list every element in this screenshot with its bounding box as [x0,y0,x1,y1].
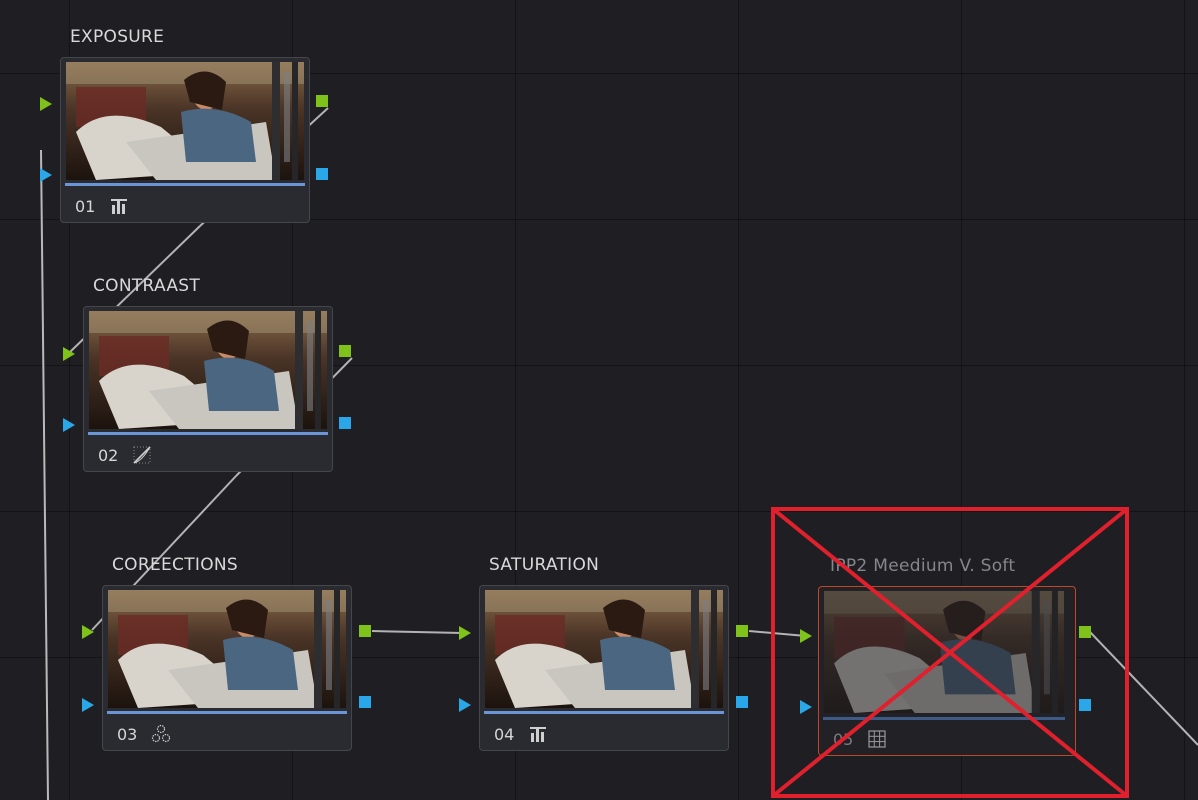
node-number: 02 [98,446,119,465]
node-progress-bar [484,711,724,714]
alpha-input-port[interactable] [40,168,52,182]
rgb-input-port[interactable] [63,347,75,361]
rgb-input-port[interactable] [459,626,471,640]
bar-chart-icon [530,727,546,742]
node-progress-bar [107,711,347,714]
alpha-output-port[interactable] [339,417,351,429]
node-body[interactable]: 02 [83,306,333,472]
node-thumbnail [485,590,723,708]
node-02-contrast[interactable]: CONTRAAST 02 [63,276,351,472]
node-01-exposure[interactable]: EXPOSURE 01 [40,27,328,223]
alpha-output-port[interactable] [359,696,371,708]
node-body[interactable]: 04 [479,585,729,751]
node-number: 04 [494,725,515,744]
node-title: SATURATION [489,555,600,575]
node-number: 03 [117,725,138,744]
disabled-x-mark [771,507,1129,798]
alpha-input-port[interactable] [82,698,94,712]
alpha-input-port[interactable] [63,418,75,432]
rgb-input-port[interactable] [40,97,52,111]
rgb-input-port[interactable] [82,625,94,639]
color-wheels-icon [151,724,171,743]
rgb-output-port[interactable] [339,345,351,357]
node-progress-bar [65,183,305,186]
node-title: EXPOSURE [70,27,165,47]
alpha-output-port[interactable] [316,168,328,180]
node-body[interactable]: 03 [102,585,352,751]
node-number: 01 [75,197,96,216]
curves-icon [133,446,151,464]
node-progress-bar [88,432,328,435]
source-input-wire [40,149,49,800]
node-thumbnail [89,311,327,429]
node-thumbnail [108,590,346,708]
rgb-output-port[interactable] [359,625,371,637]
alpha-output-port[interactable] [736,696,748,708]
rgb-output-port[interactable] [736,625,748,637]
node-title: CONTRAAST [93,276,201,296]
rgb-output-port[interactable] [316,95,328,107]
node-title: COREECTIONS [112,555,239,575]
node-thumbnail [66,62,304,180]
node-body[interactable]: 01 [60,57,310,223]
wire-03-04 [371,630,463,634]
node-03-corrections[interactable]: COREECTIONS 03 [82,555,371,751]
alpha-input-port[interactable] [459,698,471,712]
node-04-saturation[interactable]: SATURATION 04 [459,555,748,751]
bar-chart-icon [111,199,127,214]
